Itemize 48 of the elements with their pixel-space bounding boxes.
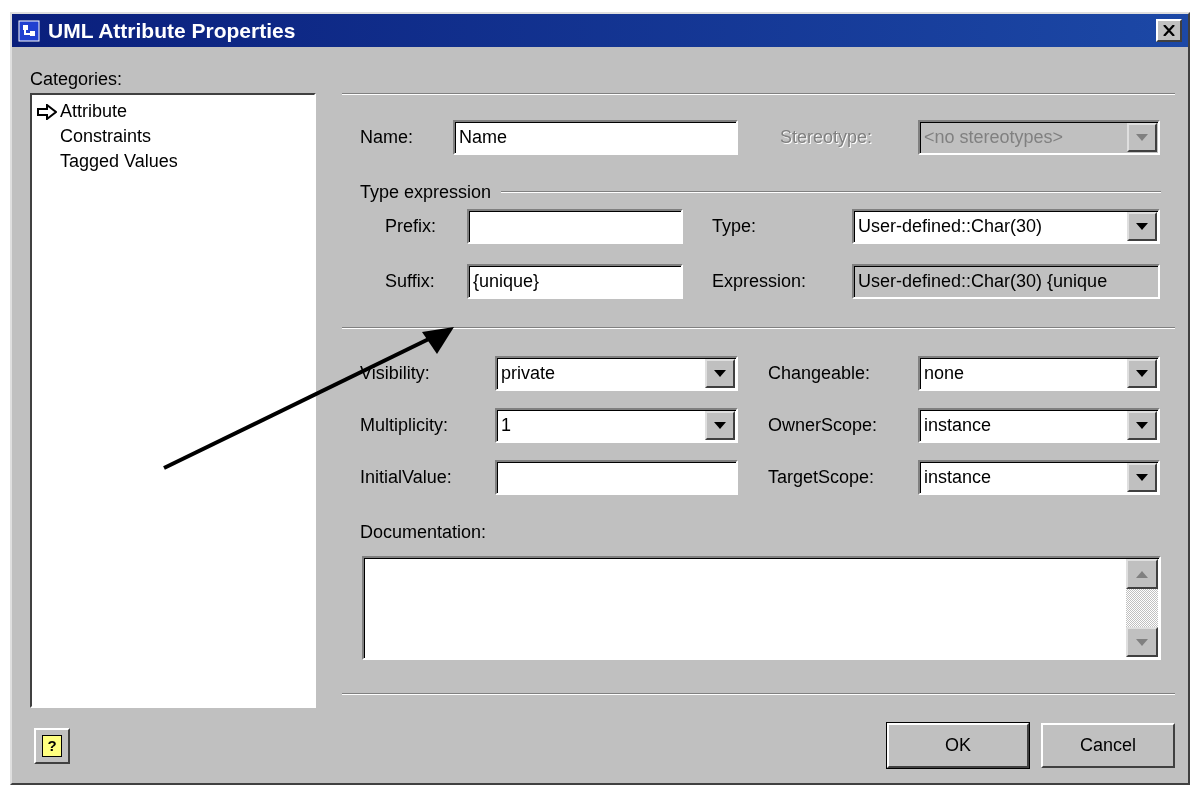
field-label: InitialValue: [360, 466, 453, 489]
field-label: Type: [712, 215, 758, 238]
field-label: Expression: [712, 270, 808, 293]
input-field[interactable] [467, 209, 683, 244]
dropdown[interactable]: none [918, 356, 1160, 391]
type-expression-heading: Type expression [360, 180, 492, 204]
dropdown-arrow-icon [1136, 134, 1148, 141]
input-field[interactable]: Name [453, 120, 738, 155]
dialog-button[interactable]: Cancel [1041, 723, 1175, 768]
dropdown-arrow-icon [1136, 370, 1148, 377]
dropdown-arrow-icon [1136, 422, 1148, 429]
documentation-label: Documentation: [360, 521, 487, 543]
categories-label: Categories: [30, 68, 123, 91]
field-label: Visibility: [360, 362, 431, 385]
down-arrow-icon [1136, 638, 1148, 646]
category-item[interactable]: Constraints [60, 123, 152, 150]
app-icon [18, 19, 40, 42]
field-label: Stereotype: [780, 126, 874, 149]
field-label: TargetScope: [768, 466, 876, 489]
input-field[interactable]: {unique} [467, 264, 683, 299]
scrollbar[interactable] [1126, 559, 1158, 657]
up-arrow-icon [1136, 570, 1148, 578]
dropdown[interactable]: User-defined::Char(30) [852, 209, 1160, 244]
dropdown[interactable]: instance [918, 408, 1160, 443]
dropdown-arrow-icon [1136, 474, 1148, 481]
field-label: OwnerScope: [768, 414, 879, 437]
field-label: Changeable: [768, 362, 872, 385]
dialog-button[interactable]: OK [887, 723, 1029, 768]
documentation-field[interactable] [362, 556, 1161, 660]
category-item[interactable]: Attribute [60, 98, 128, 125]
close-button[interactable] [1156, 19, 1182, 42]
dropdown: <no stereotypes> [918, 120, 1160, 155]
dropdown[interactable]: private [495, 356, 738, 391]
field-label: Multiplicity: [360, 414, 449, 437]
field-label: Name: [360, 126, 414, 149]
readonly-field: User-defined::Char(30) {unique [852, 264, 1160, 299]
dropdown-arrow-icon [1136, 223, 1148, 230]
help-button[interactable]: ? [34, 727, 70, 764]
category-item[interactable]: Tagged Values [60, 148, 178, 175]
dropdown[interactable]: instance [918, 460, 1160, 495]
close-icon [1163, 25, 1175, 36]
field-label: Prefix: [385, 215, 437, 238]
dropdown-arrow-icon [714, 422, 726, 429]
window-title: UML Attribute Properties [48, 17, 296, 44]
dropdown[interactable]: 1 [495, 408, 738, 443]
dropdown-arrow-icon [714, 370, 726, 377]
input-field[interactable] [495, 460, 738, 495]
field-label: Suffix: [385, 270, 436, 293]
